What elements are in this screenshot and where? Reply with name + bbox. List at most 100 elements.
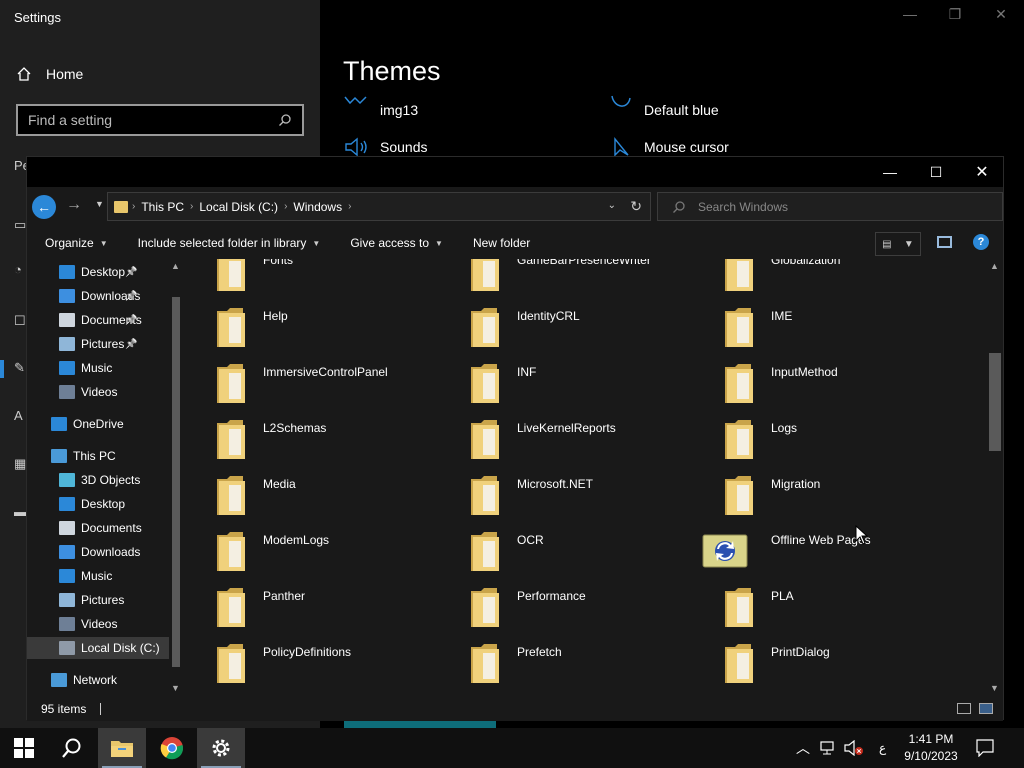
nav-item-pc-videos[interactable]: Videos <box>27 613 169 635</box>
folder-item[interactable]: L2Schemas <box>191 417 441 473</box>
explorer-minimize-button[interactable]: — <box>867 157 913 187</box>
font-nav-icon[interactable]: A <box>14 408 23 423</box>
nav-item-pc-documents[interactable]: Documents <box>27 517 169 539</box>
new-folder-button[interactable]: New folder <box>473 236 530 250</box>
palette-icon[interactable]: ◔ <box>14 262 22 277</box>
window-icon[interactable]: ☐ <box>14 313 26 329</box>
details-layout-icon[interactable] <box>957 703 971 714</box>
breadcrumb-local-disk[interactable]: Local Disk (C:) <box>199 200 278 214</box>
address-dropdown-button[interactable]: ⌄ <box>608 200 616 211</box>
forward-button[interactable]: → <box>66 196 82 214</box>
explorer-titlebar[interactable]: — ☐ ✕ <box>27 157 1003 187</box>
navigation-scrollbar[interactable]: ▲ ▼ <box>169 259 183 697</box>
folder-item[interactable]: Microsoft.NET <box>445 473 695 529</box>
nav-item-quick-pictures[interactable]: Pictures 📌 <box>27 333 169 355</box>
volume-tray-icon[interactable] <box>844 728 864 768</box>
nav-item-pc-music[interactable]: Music <box>27 565 169 587</box>
scroll-thumb[interactable] <box>989 353 1001 451</box>
folder-item[interactable]: Panther <box>191 585 441 641</box>
folder-item[interactable]: IdentityCRL <box>445 305 695 361</box>
nav-item-onedrive[interactable]: OneDrive <box>27 413 169 435</box>
give-access-button[interactable]: Give access to ▼ <box>350 236 443 250</box>
action-center-button[interactable] <box>976 728 994 768</box>
sounds-setting[interactable]: Sounds <box>344 137 427 157</box>
preview-pane-button[interactable] <box>937 236 952 248</box>
folder-item[interactable]: Performance <box>445 585 695 641</box>
folder-item[interactable]: GameBarPresenceWriter <box>445 259 695 305</box>
folder-item[interactable]: Migration <box>699 473 949 529</box>
folder-item[interactable]: INF <box>445 361 695 417</box>
breadcrumb-this-pc[interactable]: This PC <box>141 200 184 214</box>
network-tray-icon[interactable] <box>820 728 838 768</box>
scroll-down-arrow[interactable]: ▼ <box>171 683 180 693</box>
nav-item-network[interactable]: Network <box>27 669 169 691</box>
folder-item[interactable]: InputMethod <box>699 361 949 417</box>
organize-button[interactable]: Organize ▼ <box>45 236 108 250</box>
folder-item[interactable]: Prefetch <box>445 641 695 697</box>
scroll-thumb[interactable] <box>172 297 180 667</box>
address-bar[interactable]: › This PC › Local Disk (C:) › Windows › … <box>107 192 651 221</box>
folder-item[interactable]: PrintDialog <box>699 641 949 697</box>
settings-maximize-button[interactable]: ❐ <box>942 6 968 23</box>
clock[interactable]: 1:41 PM 9/10/2023 <box>896 731 966 765</box>
nav-item-quick-documents[interactable]: Documents 📌 <box>27 309 169 331</box>
quick-documents-icon <box>59 313 75 327</box>
display-icon[interactable]: ▭ <box>14 217 26 233</box>
settings-home-link[interactable]: Home <box>16 64 83 84</box>
scroll-down-arrow[interactable]: ▼ <box>990 683 999 693</box>
folder-item[interactable]: OCR <box>445 529 695 585</box>
nav-item-pc-pictures[interactable]: Pictures <box>27 589 169 611</box>
folder-item[interactable]: Logs <box>699 417 949 473</box>
color-value: Default blue <box>644 102 719 118</box>
folder-item[interactable]: ModemLogs <box>191 529 441 585</box>
nav-item-pc-desktop[interactable]: Desktop <box>27 493 169 515</box>
nav-item-pc-3d-objects[interactable]: 3D Objects <box>27 469 169 491</box>
explorer-close-button[interactable]: ✕ <box>959 157 1005 187</box>
find-setting-input[interactable]: Find a setting <box>16 104 304 136</box>
chrome-taskbar-button[interactable] <box>148 728 196 768</box>
folder-item[interactable]: PolicyDefinitions <box>191 641 441 697</box>
nav-item-this-pc[interactable]: This PC <box>27 445 169 467</box>
start-button[interactable] <box>0 728 48 768</box>
search-button[interactable] <box>48 728 96 768</box>
themes-nav-icon[interactable]: ✎ <box>14 360 25 376</box>
nav-item-quick-music[interactable]: Music <box>27 357 169 379</box>
include-in-library-button[interactable]: Include selected folder in library ▼ <box>138 236 321 250</box>
search-input[interactable]: Search Windows <box>657 192 1003 221</box>
folder-item[interactable]: LiveKernelReports <box>445 417 695 473</box>
input-language-indicator[interactable]: ع <box>879 728 886 768</box>
refresh-button[interactable]: ↻ <box>630 198 642 215</box>
folder-item[interactable]: IME <box>699 305 949 361</box>
file-list-scrollbar[interactable]: ▲ ▼ <box>987 259 1003 697</box>
file-explorer-taskbar-button[interactable] <box>98 728 146 768</box>
color-setting[interactable] <box>610 94 634 113</box>
recent-locations-button[interactable]: ▼ <box>95 199 104 209</box>
nav-item-quick-desktop[interactable]: Desktop 📌 <box>27 261 169 283</box>
folder-item[interactable]: ImmersiveControlPanel <box>191 361 441 417</box>
breadcrumb-windows[interactable]: Windows <box>293 200 342 214</box>
scroll-up-arrow[interactable]: ▲ <box>990 261 999 271</box>
folder-item[interactable]: Offline Web Pages <box>699 529 949 585</box>
explorer-maximize-button[interactable]: ☐ <box>913 157 959 187</box>
start-nav-icon[interactable]: ▦ <box>14 456 26 472</box>
mouse-cursor-setting[interactable]: Mouse cursor <box>612 137 729 157</box>
nav-item-pc-local-disk-c-[interactable]: Local Disk (C:) <box>27 637 169 659</box>
folder-item[interactable]: Globalization <box>699 259 949 305</box>
folder-item[interactable]: Fonts <box>191 259 441 305</box>
scroll-up-arrow[interactable]: ▲ <box>171 261 180 271</box>
large-icons-layout-icon[interactable] <box>979 703 993 714</box>
settings-minimize-button[interactable]: — <box>897 6 923 22</box>
settings-close-button[interactable]: ✕ <box>988 6 1014 23</box>
nav-item-quick-downloads[interactable]: Downloads 📌 <box>27 285 169 307</box>
nav-item-quick-videos[interactable]: Videos <box>27 381 169 403</box>
folder-item[interactable]: PLA <box>699 585 949 641</box>
nav-item-pc-downloads[interactable]: Downloads <box>27 541 169 563</box>
background-setting[interactable] <box>344 94 368 110</box>
change-view-button[interactable]: ▤ ▼ <box>875 232 921 256</box>
folder-item[interactable]: Help <box>191 305 441 361</box>
help-button[interactable]: ? <box>973 234 989 250</box>
folder-item[interactable]: Media <box>191 473 441 529</box>
show-hidden-icons-button[interactable]: ︿ <box>796 728 810 768</box>
settings-taskbar-button[interactable] <box>197 728 245 768</box>
back-button[interactable]: ← <box>32 195 56 219</box>
